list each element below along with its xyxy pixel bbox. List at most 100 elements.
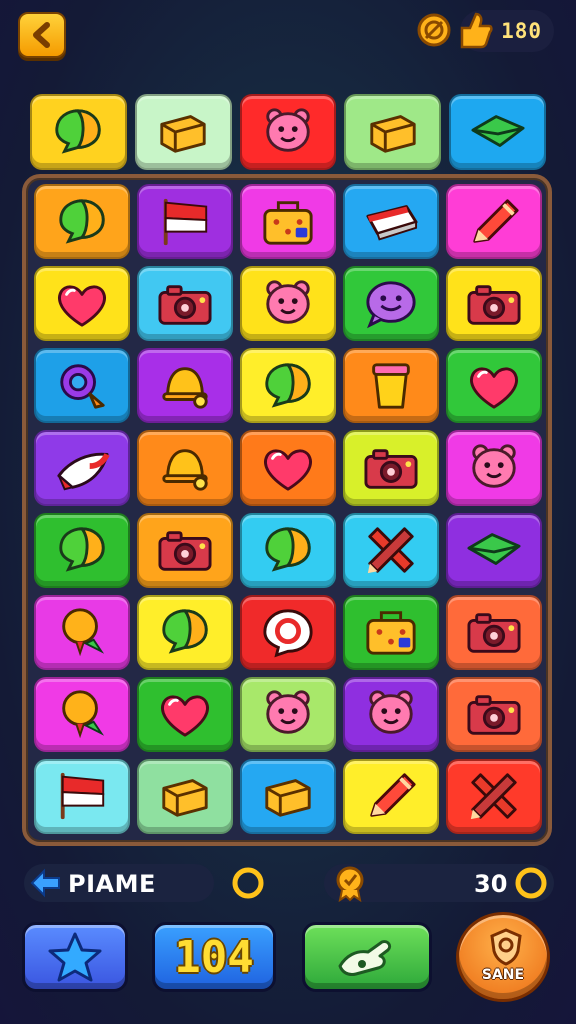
- board-tile[interactable]: [34, 758, 130, 834]
- board-tile[interactable]: [343, 676, 439, 752]
- envelope-icon: [467, 533, 521, 566]
- cross-icon: [470, 773, 517, 820]
- board-tile[interactable]: [137, 676, 233, 752]
- block-icon: [265, 779, 311, 818]
- board-tile[interactable]: [137, 594, 233, 670]
- camera-icon: [364, 449, 418, 489]
- board-tile[interactable]: [343, 348, 439, 424]
- board-tile[interactable]: [34, 348, 130, 424]
- board-tile[interactable]: [240, 594, 336, 670]
- eraser-icon: [366, 204, 418, 241]
- top-tile[interactable]: [30, 94, 127, 170]
- flag-icon: [60, 773, 105, 820]
- board-tile[interactable]: [34, 512, 130, 588]
- camera-icon: [467, 284, 521, 325]
- block-icon: [370, 115, 416, 153]
- bear-face-icon: [266, 280, 310, 324]
- board-tile[interactable]: [240, 348, 336, 424]
- board-tile[interactable]: [240, 430, 336, 506]
- bear-face-icon: [472, 444, 516, 488]
- save-button[interactable]: SANE: [456, 912, 550, 1002]
- tile-grid: [34, 184, 542, 834]
- rocket-icon: [57, 452, 110, 491]
- camera-icon: [467, 613, 521, 653]
- speech-bubble-icon: [265, 363, 311, 408]
- board-tile[interactable]: [137, 512, 233, 588]
- board-tile[interactable]: [137, 266, 233, 342]
- board-tile[interactable]: [137, 184, 233, 260]
- board-tile[interactable]: [446, 184, 542, 260]
- board-tile[interactable]: [34, 430, 130, 506]
- lunchbox-icon: [263, 200, 313, 245]
- medal-icon[interactable]: [416, 12, 452, 48]
- board-tile[interactable]: [446, 594, 542, 670]
- board-tile[interactable]: [137, 758, 233, 834]
- speech-bubble-icon: [55, 109, 102, 154]
- board-tile[interactable]: [34, 266, 130, 342]
- cup-icon: [372, 363, 410, 409]
- envelope-icon: [471, 115, 525, 147]
- heart-icon: [161, 695, 209, 737]
- board-tile[interactable]: [446, 676, 542, 752]
- moves-counter-button[interactable]: 104: [152, 922, 276, 992]
- hint-button[interactable]: [302, 922, 432, 992]
- top-tile[interactable]: [134, 94, 232, 170]
- star-icon: [48, 932, 102, 982]
- speech-bubble-icon: [265, 527, 311, 572]
- pencil-icon: [370, 773, 416, 818]
- hand-icon: [338, 940, 392, 976]
- bell-icon: [162, 367, 208, 409]
- board-tile[interactable]: [446, 266, 542, 342]
- balloon-icon: [62, 690, 105, 739]
- moves-count: 104: [174, 931, 254, 983]
- top-tile-row: [30, 94, 546, 170]
- board-tile[interactable]: [446, 758, 542, 834]
- bear-face-icon: [266, 690, 310, 735]
- board-tile[interactable]: [34, 676, 130, 752]
- arrow-left-icon[interactable]: [28, 868, 62, 898]
- thumbs-up-icon: [460, 12, 493, 49]
- board-tile[interactable]: [240, 676, 336, 752]
- board-tile[interactable]: [343, 184, 439, 260]
- camera-icon: [158, 531, 212, 571]
- board-tile[interactable]: [343, 594, 439, 670]
- score-value: 30: [474, 870, 508, 898]
- block-icon: [160, 115, 206, 153]
- board-tile[interactable]: [34, 594, 130, 670]
- board-tile[interactable]: [137, 430, 233, 506]
- board-tile[interactable]: [343, 758, 439, 834]
- speech-bubble-icon: [162, 609, 208, 654]
- heart-icon: [58, 285, 106, 327]
- bell-icon: [162, 449, 208, 491]
- board-tile[interactable]: [137, 348, 233, 424]
- board-tile[interactable]: [343, 512, 439, 588]
- board-tile[interactable]: [240, 184, 336, 260]
- lunchbox-icon: [366, 611, 416, 655]
- smiley-bubble-icon: [366, 281, 416, 328]
- heart-icon: [264, 449, 312, 491]
- player-name: PIAME: [68, 870, 156, 898]
- board-tile[interactable]: [240, 758, 336, 834]
- board-tile[interactable]: [446, 348, 542, 424]
- board-tile[interactable]: [446, 430, 542, 506]
- ring-icon: [263, 609, 313, 658]
- board-tile[interactable]: [240, 266, 336, 342]
- heart-icon: [470, 367, 518, 409]
- magnifier-icon: [60, 364, 105, 409]
- medal-icon: [336, 866, 364, 902]
- coin-value: 180: [501, 19, 542, 43]
- star-button[interactable]: [22, 922, 128, 992]
- board-tile[interactable]: [34, 184, 130, 260]
- top-tile[interactable]: [239, 94, 337, 170]
- bear-face-icon: [266, 108, 310, 152]
- board-tile[interactable]: [343, 430, 439, 506]
- board-tile[interactable]: [343, 266, 439, 342]
- chevron-left-icon: [33, 22, 50, 48]
- top-tile[interactable]: [449, 94, 546, 170]
- board-tile[interactable]: [240, 512, 336, 588]
- top-tile[interactable]: [344, 94, 442, 170]
- board-tile[interactable]: [446, 512, 542, 588]
- speech-bubble-icon: [59, 527, 105, 572]
- pencil-icon: [473, 198, 519, 243]
- back-button[interactable]: [18, 12, 66, 58]
